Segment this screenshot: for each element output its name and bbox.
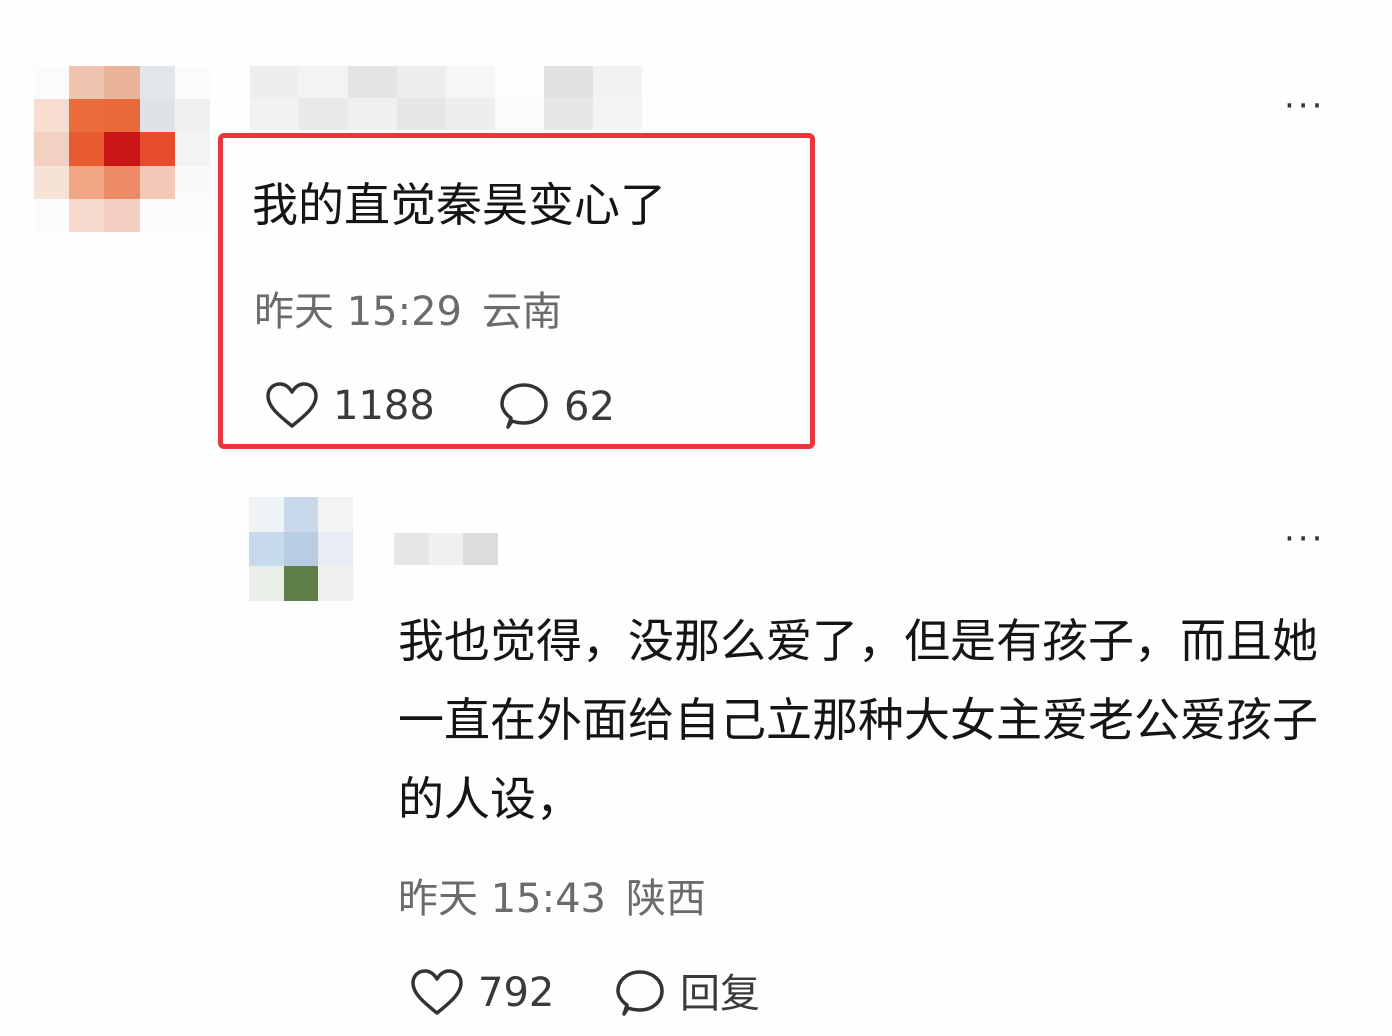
mosaic-cell — [139, 198, 175, 232]
mosaic-cell — [283, 531, 319, 567]
mosaic-cell — [174, 99, 210, 133]
mosaic-cell — [593, 66, 642, 98]
mosaic-cell — [397, 98, 446, 130]
reply-text: 我也觉得，没那么爱了，但是有孩子，而且她一直在外面给自己立那种大女主爱老公爱孩子… — [398, 614, 1318, 826]
mosaic-cell — [174, 165, 210, 199]
mosaic-cell — [174, 132, 210, 166]
mosaic-cell — [69, 165, 105, 199]
avatar[interactable] — [34, 66, 210, 232]
mosaic-cell — [174, 198, 210, 232]
comment-count: 62 — [564, 384, 615, 430]
mosaic-cell — [249, 497, 284, 532]
reply-button[interactable]: 回复 — [614, 968, 760, 1020]
heart-outline-icon — [266, 382, 318, 428]
comment-thread: ··· 我的直觉秦昊变心了 昨天 15:29 云南 1188 62 ··· 我也觉… — [0, 0, 1392, 1036]
mosaic-cell — [34, 165, 70, 199]
reply-meta: 昨天 15:43 陕西 — [398, 873, 706, 925]
mosaic-cell — [104, 165, 140, 199]
speech-bubble-icon — [616, 970, 664, 1016]
comment-button[interactable]: 62 — [498, 381, 615, 433]
mosaic-cell — [104, 132, 140, 166]
mosaic-cell — [34, 198, 70, 232]
mosaic-cell — [34, 99, 70, 133]
reply-like-count: 792 — [478, 970, 555, 1016]
mosaic-cell — [174, 66, 210, 100]
mosaic-cell — [69, 99, 105, 133]
mosaic-cell — [299, 66, 348, 98]
mosaic-cell — [544, 98, 593, 130]
reply-time: 昨天 15:43 — [398, 876, 606, 922]
more-options-icon[interactable]: ··· — [1284, 89, 1325, 123]
mosaic-cell — [139, 132, 175, 166]
mosaic-cell — [446, 66, 495, 98]
like-count: 1188 — [333, 383, 435, 429]
mosaic-cell — [544, 66, 593, 98]
mosaic-cell — [250, 66, 299, 98]
mosaic-cell — [104, 66, 140, 100]
mosaic-cell — [139, 165, 175, 199]
mosaic-cell — [495, 66, 544, 98]
reply-like-button[interactable]: 792 — [410, 968, 554, 1018]
mosaic-cell — [495, 98, 544, 130]
reply-location: 陕西 — [626, 876, 706, 922]
mosaic-cell — [318, 531, 353, 567]
mosaic-cell — [299, 98, 348, 130]
mosaic-cell — [139, 66, 175, 100]
reply-avatar[interactable] — [249, 497, 353, 601]
mosaic-cell — [69, 66, 105, 100]
mosaic-cell — [139, 99, 175, 133]
mosaic-cell — [283, 497, 319, 532]
reply-label: 回复 — [680, 971, 760, 1017]
mosaic-cell — [250, 98, 299, 130]
mosaic-cell — [318, 566, 353, 601]
heart-outline-icon — [411, 969, 463, 1015]
like-button[interactable]: 1188 — [265, 381, 435, 431]
mosaic-cell — [69, 198, 105, 232]
mosaic-cell — [348, 98, 397, 130]
mosaic-cell — [318, 497, 353, 532]
mosaic-cell — [104, 198, 140, 232]
comment-text: 我的直觉秦昊变心了 — [252, 178, 666, 232]
username-blurred[interactable] — [250, 66, 642, 130]
mosaic-cell — [463, 533, 498, 565]
mosaic-cell — [104, 99, 140, 133]
comment-meta: 昨天 15:29 云南 — [254, 286, 562, 338]
mosaic-cell — [283, 566, 319, 601]
comment-time: 昨天 15:29 — [254, 289, 462, 335]
speech-bubble-icon — [500, 383, 548, 429]
mosaic-cell — [249, 531, 284, 567]
mosaic-cell — [446, 98, 495, 130]
reply-username-blurred[interactable] — [394, 533, 498, 565]
mosaic-cell — [69, 132, 105, 166]
mosaic-cell — [397, 66, 446, 98]
comment-location: 云南 — [482, 289, 562, 335]
mosaic-cell — [34, 66, 70, 100]
mosaic-cell — [34, 132, 70, 166]
mosaic-cell — [428, 533, 464, 565]
reply-more-options-icon[interactable]: ··· — [1284, 522, 1325, 556]
mosaic-cell — [593, 98, 642, 130]
mosaic-cell — [249, 566, 284, 601]
mosaic-cell — [348, 66, 397, 98]
mosaic-cell — [394, 533, 429, 565]
